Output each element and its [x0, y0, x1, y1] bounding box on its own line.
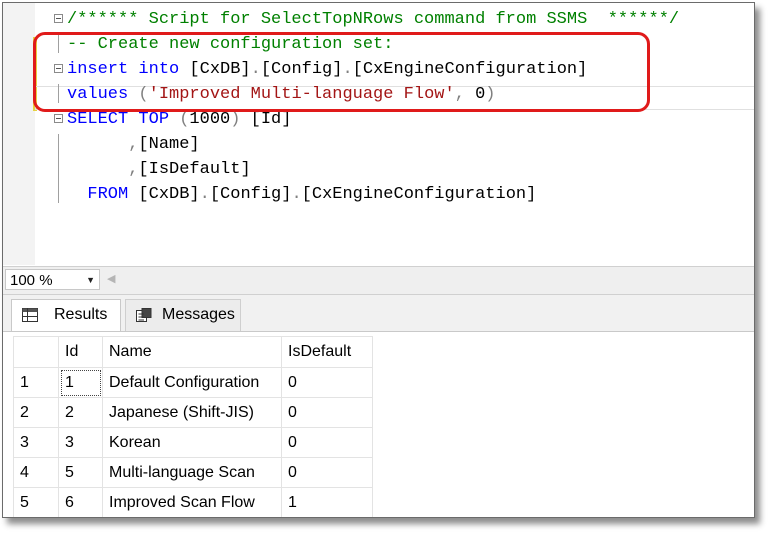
tab-results-label: Results	[54, 306, 108, 323]
row-number[interactable]: 3	[13, 427, 59, 458]
row-number-header	[13, 336, 59, 368]
column-header-isdefault[interactable]: IsDefault	[281, 336, 373, 368]
outline-guide	[58, 134, 59, 203]
code-token: /****** Script for SelectTopNRows comman…	[67, 10, 680, 29]
column-header-name[interactable]: Name	[102, 336, 282, 368]
code-token: 1000	[189, 110, 231, 129]
cell-id[interactable]: 1	[58, 367, 103, 398]
code-token: [Config]	[209, 185, 292, 204]
zoom-dropdown[interactable]: 100 % ▼	[5, 269, 100, 290]
tab-messages-label: Messages	[162, 306, 235, 323]
code-token: [Name]	[138, 135, 200, 154]
code-line[interactable]: ,[IsDefault]	[3, 157, 679, 182]
code-token: .	[199, 185, 210, 204]
code-token: [Id]	[250, 110, 292, 129]
code-token: FROM	[67, 185, 139, 204]
results-pane: Id Name IsDefault 1 1 Default Configurat…	[3, 331, 754, 517]
code-line[interactable]: FROM [CxDB].[Config].[CxEngineConfigurat…	[3, 182, 679, 207]
messages-icon	[136, 308, 152, 322]
code-token: .	[291, 185, 302, 204]
grid-icon	[22, 308, 38, 322]
table-row[interactable]: 5 6 Improved Scan Flow 1	[13, 487, 373, 517]
row-number[interactable]: 1	[13, 367, 59, 398]
collapse-icon[interactable]	[54, 114, 63, 123]
code-token: ,	[128, 160, 139, 179]
tab-messages[interactable]: Messages	[125, 299, 241, 331]
chevron-down-icon: ▼	[86, 275, 95, 285]
row-number[interactable]: 4	[13, 457, 59, 488]
cell-name[interactable]: Improved Scan Flow	[102, 487, 282, 517]
code-line[interactable]: /****** Script for SelectTopNRows comman…	[3, 7, 679, 32]
cell-id[interactable]: 3	[58, 427, 103, 458]
cell-id[interactable]: 2	[58, 397, 103, 428]
table-row[interactable]: 2 2 Japanese (Shift-JIS) 0	[13, 397, 373, 428]
column-header-id[interactable]: Id	[58, 336, 103, 368]
code-token: (	[179, 110, 190, 129]
table-row[interactable]: 1 1 Default Configuration 0	[13, 367, 373, 398]
table-row[interactable]: 4 5 Multi-language Scan 0	[13, 457, 373, 488]
collapse-icon[interactable]	[54, 14, 63, 23]
zoom-value: 100 %	[10, 272, 53, 289]
code-token: SELECT TOP	[67, 110, 180, 129]
row-number[interactable]: 5	[13, 487, 59, 517]
code-token: [IsDefault]	[138, 160, 251, 179]
code-token: [CxDB]	[138, 185, 200, 204]
cell-isdefault[interactable]: 0	[281, 397, 373, 428]
results-tabs: Results Messages	[3, 295, 754, 331]
results-grid[interactable]: Id Name IsDefault 1 1 Default Configurat…	[13, 336, 373, 517]
cell-id[interactable]: 5	[58, 457, 103, 488]
cell-name[interactable]: Korean	[102, 427, 282, 458]
cell-isdefault[interactable]: 0	[281, 457, 373, 488]
code-token: )	[230, 110, 251, 129]
table-row[interactable]: 3 3 Korean 0	[13, 427, 373, 458]
code-line[interactable]: ,[Name]	[3, 132, 679, 157]
tab-results[interactable]: Results	[11, 299, 121, 331]
cell-isdefault[interactable]: 1	[281, 487, 373, 517]
query-editor[interactable]: /****** Script for SelectTopNRows comman…	[3, 3, 754, 265]
code-token: [CxEngineConfiguration]	[301, 185, 537, 204]
row-number[interactable]: 2	[13, 397, 59, 428]
code-token: ,	[128, 135, 139, 154]
scroll-left-icon[interactable]: ◀	[107, 272, 115, 285]
zoom-bar: 100 % ▼ ◀	[3, 266, 754, 295]
cell-name[interactable]: Multi-language Scan	[102, 457, 282, 488]
red-highlight-box	[33, 32, 650, 112]
cell-name[interactable]: Japanese (Shift-JIS)	[102, 397, 282, 428]
cell-name[interactable]: Default Configuration	[102, 367, 282, 398]
ssms-window: /****** Script for SelectTopNRows comman…	[2, 2, 755, 518]
cell-isdefault[interactable]: 0	[281, 367, 373, 398]
cell-isdefault[interactable]: 0	[281, 427, 373, 458]
cell-id[interactable]: 6	[58, 487, 103, 517]
grid-header-row: Id Name IsDefault	[13, 336, 373, 368]
